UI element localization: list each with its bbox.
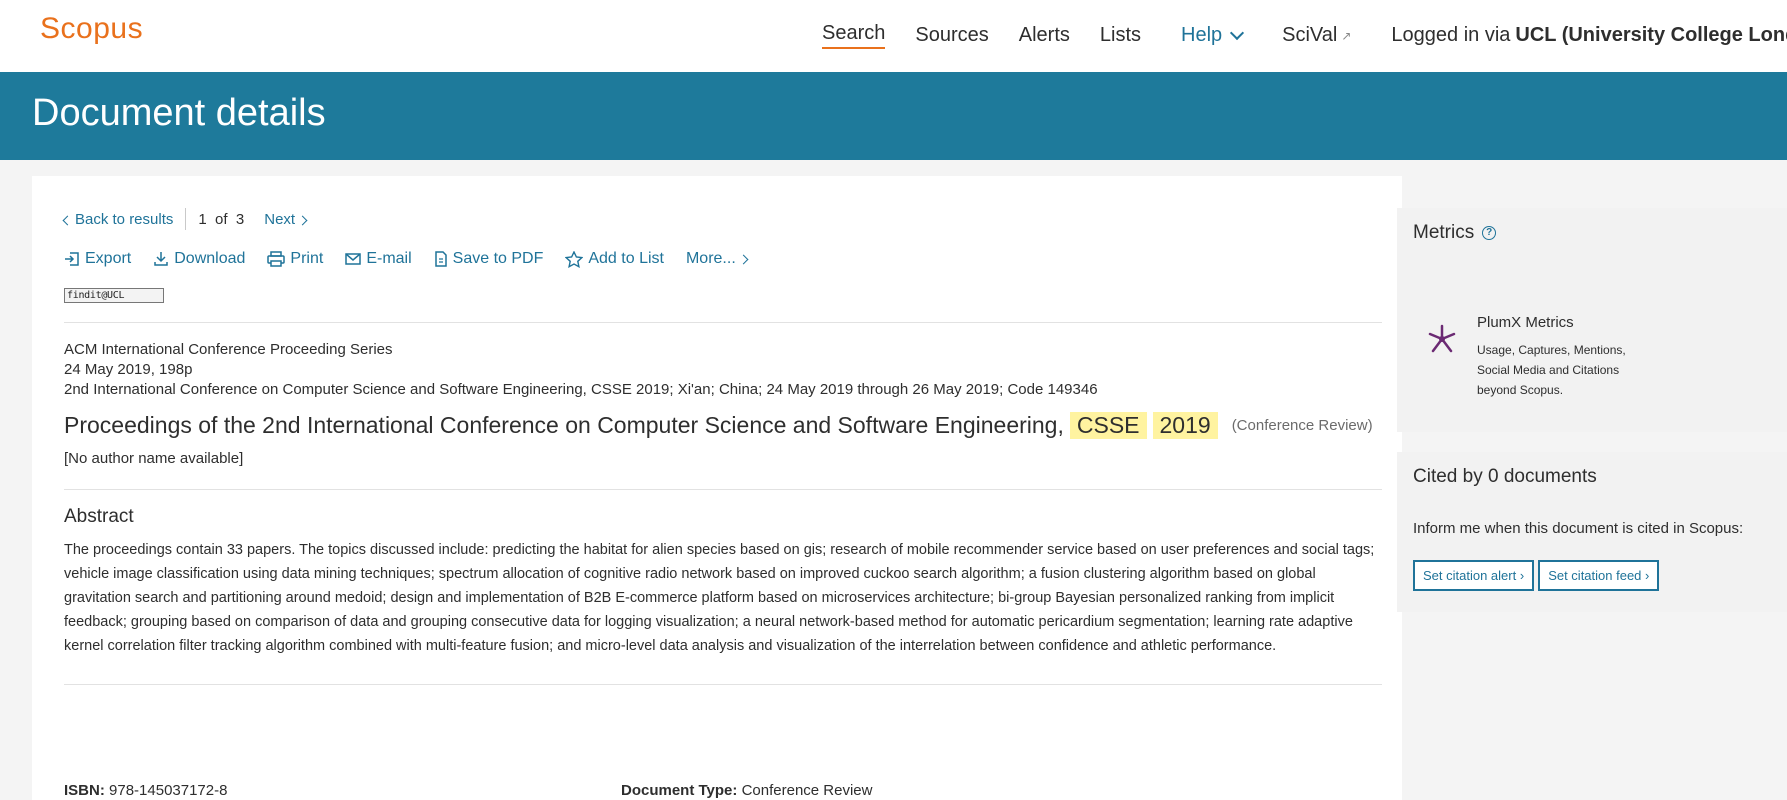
nav-help-label: Help: [1181, 24, 1223, 46]
institution-login-menu[interactable]: Logged in via UCL (University College Lo…: [1391, 24, 1787, 47]
nav-alerts[interactable]: Alerts: [1019, 24, 1070, 47]
abstract-heading: Abstract: [64, 506, 134, 527]
set-citation-alert-label: Set citation alert: [1423, 568, 1517, 583]
document-type-label: (Conference Review): [1231, 417, 1373, 434]
divider: [64, 489, 1382, 490]
scopus-logo[interactable]: Scopus: [40, 12, 143, 46]
export-label: Export: [85, 250, 132, 267]
document-type-value: Conference Review: [741, 782, 873, 799]
main-nav: Search Sources Alerts Lists Help SciVal …: [822, 22, 1787, 49]
title-text: Proceedings of the 2nd International Con…: [64, 412, 1064, 438]
document-type: Document Type: Conference Review: [621, 782, 872, 799]
document-card: Back to results 1 of 3 Next Export Downl…: [32, 176, 1402, 800]
chevron-right-icon: [297, 215, 308, 225]
email-icon: [345, 253, 362, 265]
save-to-pdf-button[interactable]: Save to PDF: [434, 250, 544, 268]
metrics-heading: Metrics?: [1413, 222, 1497, 244]
title-highlight-term: 2019: [1152, 412, 1218, 439]
nav-help[interactable]: Help: [1181, 24, 1245, 47]
divider: [64, 684, 1382, 685]
divider: [64, 322, 1382, 323]
back-to-results-label: Back to results: [75, 210, 174, 228]
save-to-pdf-label: Save to PDF: [452, 250, 544, 267]
chevron-down-icon: [1230, 25, 1245, 40]
more-label: More...: [685, 250, 736, 267]
next-result-link[interactable]: Next: [264, 210, 308, 228]
nav-scival[interactable]: SciVal ↗: [1282, 24, 1351, 47]
nav-scival-label: SciVal: [1282, 24, 1338, 46]
plumx-metrics-link[interactable]: PlumX Metrics: [1477, 314, 1574, 331]
chevron-right-icon: ›: [1519, 568, 1525, 583]
metrics-panel: Metrics? PlumX Metrics Usage, Captures, …: [1397, 208, 1787, 432]
add-to-list-label: Add to List: [588, 250, 664, 267]
isbn-value: 978-145037172-8: [109, 782, 228, 799]
source-info: ACM International Conference Proceeding …: [64, 340, 1098, 400]
export-icon: [65, 252, 79, 266]
login-prefix: Logged in via: [1391, 24, 1511, 46]
download-label: Download: [174, 250, 246, 267]
citation-buttons: Set citation alert › Set citation feed ›: [1413, 560, 1663, 591]
chevron-left-icon: [62, 215, 73, 225]
source-date-pages: 24 May 2019, 198p: [64, 361, 193, 378]
download-icon: [154, 252, 168, 266]
email-button[interactable]: E-mail: [345, 250, 412, 268]
print-button[interactable]: Print: [267, 250, 323, 268]
star-icon: [565, 250, 584, 268]
more-actions-button[interactable]: More...: [685, 250, 749, 268]
print-icon: [267, 251, 286, 267]
cited-by-heading: Cited by 0 documents: [1413, 466, 1597, 487]
page-title: Document details: [32, 92, 326, 134]
back-to-results-link[interactable]: Back to results: [62, 210, 174, 228]
metrics-heading-label: Metrics: [1413, 222, 1475, 243]
document-type-key: Document Type:: [621, 782, 738, 799]
authors: [No author name available]: [64, 450, 244, 467]
document-title: Proceedings of the 2nd International Con…: [64, 412, 1373, 439]
citation-alert-prompt: Inform me when this document is cited in…: [1413, 520, 1744, 537]
plumx-description: Usage, Captures, Mentions, Social Media …: [1477, 343, 1626, 397]
abstract-text: The proceedings contain 33 papers. The t…: [64, 542, 1375, 654]
set-citation-alert-button[interactable]: Set citation alert ›: [1413, 560, 1535, 591]
source-conference: 2nd International Conference on Computer…: [64, 381, 1098, 398]
nav-lists[interactable]: Lists: [1100, 24, 1141, 47]
set-citation-feed-label: Set citation feed: [1548, 568, 1642, 583]
document-actions: Export Download Print E-mail Save to PDF…: [64, 250, 769, 268]
plumx-icon[interactable]: [1427, 324, 1457, 354]
cited-by-panel: Cited by 0 documents Inform me when this…: [1397, 452, 1787, 612]
print-label: Print: [290, 250, 324, 267]
source-series[interactable]: ACM International Conference Proceeding …: [64, 340, 1098, 360]
findit-ucl-logo[interactable]: findit@UCL: [64, 288, 164, 303]
chevron-right-icon: ›: [1645, 568, 1650, 583]
title-highlight-term: CSSE: [1069, 412, 1147, 439]
nav-search[interactable]: Search: [822, 22, 886, 49]
help-icon[interactable]: ?: [1482, 225, 1497, 240]
pdf-document-icon: [434, 251, 447, 267]
top-navigation: Scopus Search Sources Alerts Lists Help …: [0, 0, 1787, 72]
set-citation-feed-button[interactable]: Set citation feed ›: [1538, 560, 1660, 591]
add-to-list-button[interactable]: Add to List: [565, 250, 664, 268]
download-button[interactable]: Download: [153, 250, 245, 268]
chevron-right-icon: [738, 254, 749, 264]
export-button[interactable]: Export: [64, 250, 131, 268]
nav-sources[interactable]: Sources: [915, 24, 988, 47]
divider: [185, 208, 187, 230]
results-navigation: Back to results 1 of 3 Next: [62, 208, 308, 230]
page-banner: Document details: [0, 72, 1787, 160]
next-label: Next: [264, 210, 296, 228]
isbn: ISBN: 978-145037172-8: [64, 782, 227, 799]
isbn-label: ISBN:: [64, 782, 105, 799]
result-position: 1 of 3: [198, 210, 245, 228]
external-link-icon: ↗: [1341, 28, 1352, 43]
email-label: E-mail: [366, 250, 412, 267]
institution-name: UCL (University College London: [1515, 24, 1787, 46]
